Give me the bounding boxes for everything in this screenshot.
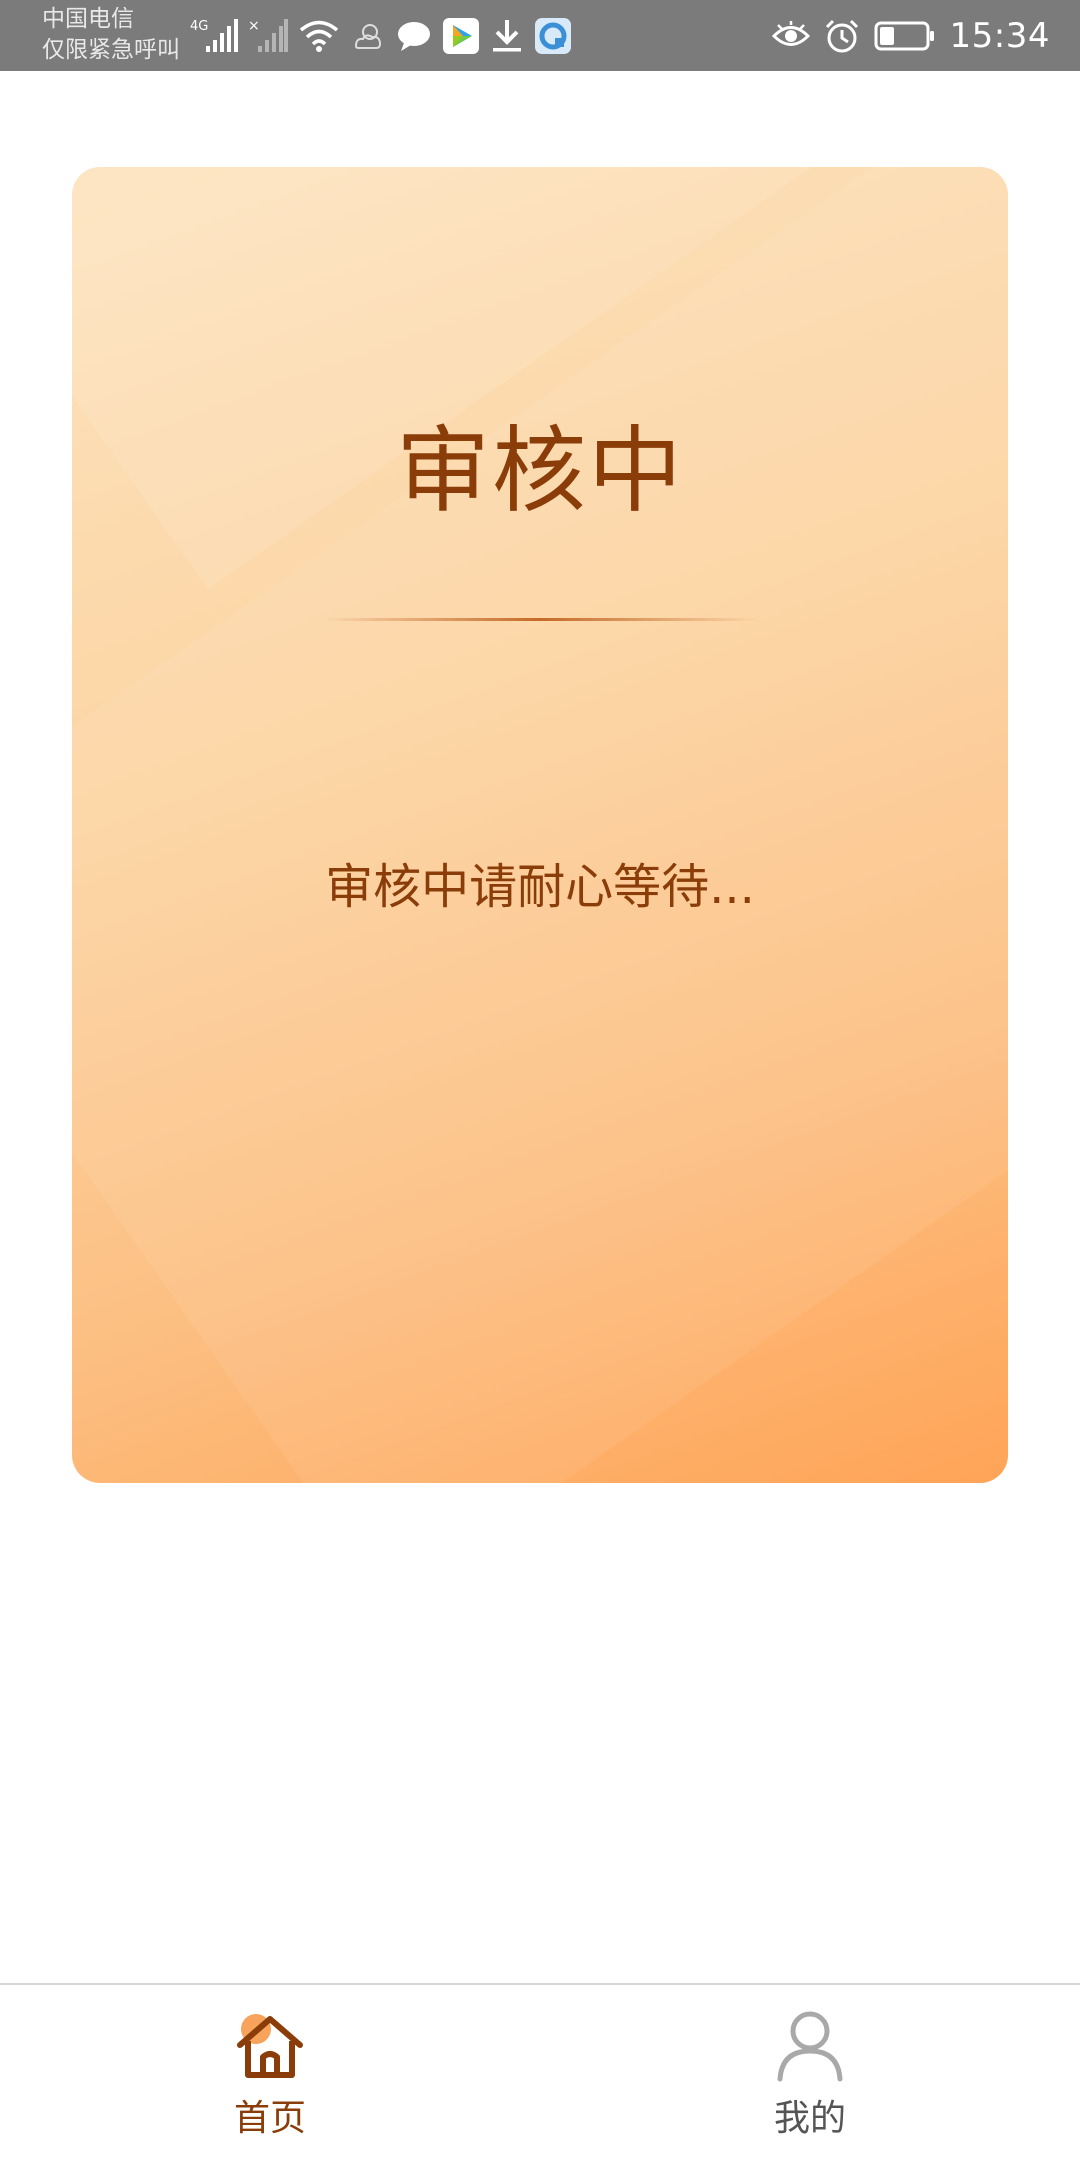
screen: 中国电信 仅限紧急呼叫 4G × 15:34 审核中 审核中请耐心等待... 首… bbox=[0, 0, 1080, 2160]
card-title: 审核中 bbox=[395, 417, 684, 526]
user-icon bbox=[777, 2011, 843, 2082]
card-message: 审核中请耐心等待... bbox=[325, 859, 755, 915]
browser-app-icon bbox=[535, 18, 571, 54]
review-status-card: 审核中 审核中请耐心等待... bbox=[72, 167, 1008, 1483]
eye-icon bbox=[771, 21, 810, 46]
alarm-icon bbox=[825, 19, 858, 53]
battery-icon bbox=[874, 21, 934, 51]
message-icon bbox=[398, 22, 430, 51]
weather-icon bbox=[354, 24, 382, 49]
nav-item-home[interactable]: 首页 bbox=[120, 1985, 420, 2160]
nav-label-home: 首页 bbox=[233, 2098, 306, 2139]
wifi-icon bbox=[299, 20, 339, 52]
status-icons-right: 15:34 bbox=[758, 12, 1050, 60]
carrier-info: 中国电信 仅限紧急呼叫 bbox=[42, 4, 180, 66]
home-icon bbox=[237, 2014, 303, 2078]
status-icons-left: 4G × bbox=[190, 12, 582, 60]
video-app-icon bbox=[443, 18, 479, 54]
nav-item-mine[interactable]: 我的 bbox=[660, 1985, 960, 2160]
carrier-status: 仅限紧急呼叫 bbox=[42, 37, 180, 63]
signal-icon: 4G bbox=[190, 19, 238, 52]
svg-text:4G: 4G bbox=[190, 19, 208, 34]
no-signal-icon: × bbox=[248, 18, 288, 52]
download-icon bbox=[493, 20, 521, 52]
nav-label-mine: 我的 bbox=[773, 2098, 846, 2139]
status-time: 15:34 bbox=[949, 16, 1050, 56]
status-bar: 中国电信 仅限紧急呼叫 4G × 15:34 bbox=[0, 0, 1080, 71]
bottom-nav: 首页 我的 bbox=[0, 1983, 1080, 2160]
card-divider bbox=[322, 618, 758, 621]
svg-text:×: × bbox=[248, 18, 260, 34]
carrier-name: 中国电信 bbox=[42, 6, 134, 32]
